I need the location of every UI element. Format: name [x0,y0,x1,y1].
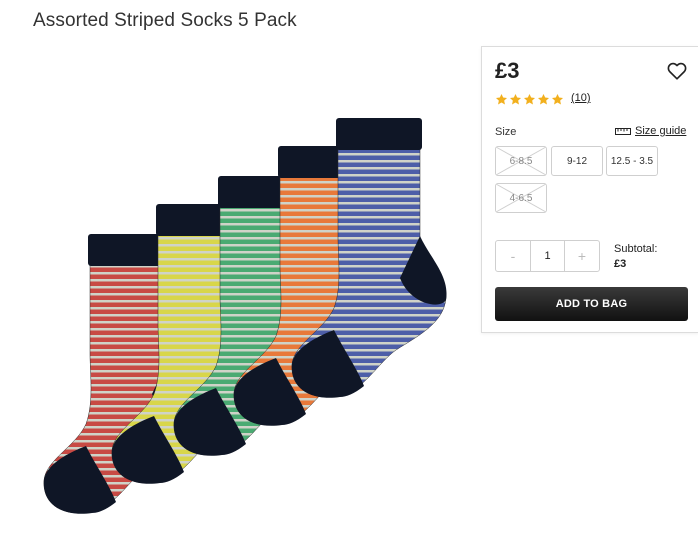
size-guide-link[interactable]: Size guide [615,125,686,137]
size-option-12-5-3-5[interactable]: 12.5 - 3.5 [606,146,658,176]
rating-stars [495,93,564,106]
heart-icon[interactable] [666,60,688,82]
size-option-4-6-5[interactable]: 4-6.5 [495,183,547,213]
subtotal-label: Subtotal: [614,243,658,255]
purchase-panel: £3 (10) Size Size guide 6-8.5 9-12 12.5 … [481,46,698,333]
quantity-stepper: - 1 + [495,240,600,272]
subtotal-value: £3 [614,258,627,270]
size-option-9-12[interactable]: 9-12 [551,146,603,176]
size-option-label: 6-8.5 [509,155,533,167]
star-icon [551,93,564,105]
quantity-increase-button[interactable]: + [565,241,599,271]
size-option-label: 4-6.5 [509,192,533,204]
size-guide-label: Size guide [635,125,687,137]
quantity-decrease-button[interactable]: - [496,241,530,271]
star-icon [495,93,508,105]
star-icon [537,93,550,105]
size-option-label: 12.5 - 3.5 [610,155,654,167]
striped-socks-image [43,118,447,514]
size-option-6-8-5[interactable]: 6-8.5 [495,146,547,176]
price: £3 [495,58,520,83]
product-title: Assorted Striped Socks 5 Pack [33,10,297,31]
size-option-label: 9-12 [566,155,587,167]
ruler-icon [615,128,631,135]
size-label: Size [495,126,517,138]
add-to-bag-button[interactable]: ADD TO BAG [495,287,688,321]
quantity-value[interactable]: 1 [530,241,565,271]
star-icon [509,93,522,105]
review-count-link[interactable]: (10) [571,92,591,104]
star-icon [523,93,536,105]
product-image [30,118,470,528]
